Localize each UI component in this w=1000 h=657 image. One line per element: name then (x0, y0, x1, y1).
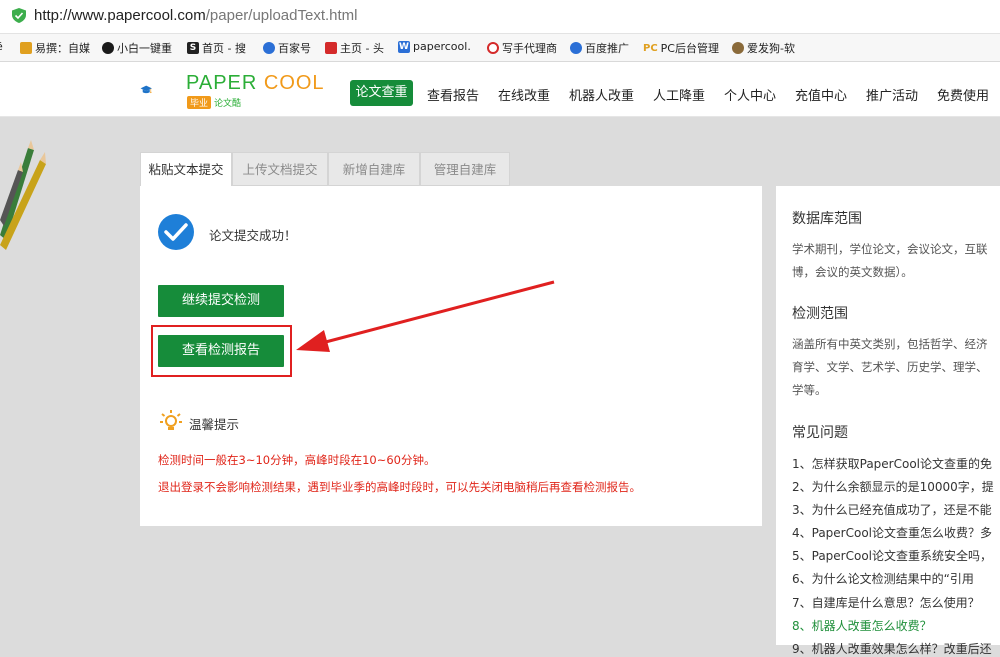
bookmark-item[interactable]: PC PC后台管理 (643, 40, 719, 56)
faq-title: 常见问题 (792, 425, 848, 441)
bookmark-item[interactable]: S 首页 - 搜 (187, 40, 246, 56)
nav-item-recharge[interactable]: 充值中心 (795, 85, 847, 104)
sogou-icon: S (187, 42, 199, 54)
nav-item-promotion[interactable]: 推广活动 (866, 85, 918, 104)
bookmark-label: ē (0, 40, 3, 53)
continue-submit-button[interactable]: 继续提交检测 (158, 285, 284, 317)
box-icon (20, 42, 32, 54)
nav-item-free-use[interactable]: 免费使用 (937, 85, 989, 104)
url-path: /paper/uploadText.html (205, 7, 358, 24)
success-check-icon (158, 214, 194, 250)
toutiao-icon (325, 42, 337, 54)
nav-item-robot-rewrite[interactable]: 机器人改重 (569, 85, 634, 104)
highlight-box (151, 325, 292, 377)
faq-link[interactable]: 5、PaperCool论文查重系统安全吗， (792, 547, 992, 564)
tip-line: 退出登录不会影响检测结果，遇到毕业季的高峰时段时，可以先关闭电脑稍后再查看检测报… (158, 480, 641, 494)
faq-link[interactable]: 6、为什么论文检测结果中的“引用 (792, 570, 974, 587)
bookmark-label: 主页 - 头 (340, 42, 384, 55)
paw-icon (570, 42, 582, 54)
faq-link[interactable]: 9、机器人改重效果怎么样？改重后还 (792, 640, 992, 657)
nav-item-paper-check[interactable]: 论文查重 (350, 80, 413, 106)
red-arrow-annotation (296, 280, 555, 352)
faq-link[interactable]: 7、自建库是什么意思？怎么使用？ (792, 594, 980, 611)
logo-subtext: 论文酷 (214, 99, 242, 109)
tip-line: 检测时间一般在3~10分钟，高峰时段在10~60分钟。 (158, 453, 436, 467)
ring-icon (487, 42, 499, 54)
bookmark-item[interactable]: Wpapercool. (398, 40, 471, 53)
nav-item-online-rewrite[interactable]: 在线改重 (498, 85, 550, 104)
faq-link[interactable]: 4、PaperCool论文查重怎么收费？多 (792, 524, 992, 541)
bookmark-item[interactable]: 百家号 (263, 40, 311, 56)
tab-upload-doc[interactable]: 上传文档提交 (232, 152, 328, 186)
check-scope-title: 检测范围 (792, 306, 848, 322)
logo-subtitle: 毕业 论文酷 (187, 96, 241, 109)
bookmark-item[interactable]: 百度推广 (570, 40, 629, 56)
faq-link[interactable]: 8、机器人改重怎么收费？ (792, 617, 932, 634)
nav-item-user-center[interactable]: 个人中心 (724, 85, 776, 104)
dog-icon (732, 42, 744, 54)
tip-title: 温馨提示 (189, 417, 240, 432)
lightbulb-icon (160, 410, 182, 430)
database-scope-title: 数据库范围 (792, 211, 862, 227)
paw-icon (263, 42, 275, 54)
bookmark-label: 易撰：自媒 (35, 42, 90, 55)
bookmark-item[interactable]: ē (0, 40, 3, 53)
bookmark-label: 写手代理商 (502, 42, 557, 55)
url-host: http://www.papercool.com (34, 7, 206, 24)
faq-link[interactable]: 3、为什么已经充值成功了，还是不能 (792, 501, 992, 518)
tab-paste-text[interactable]: 粘贴文本提交 (140, 152, 232, 187)
logo-cool: COOL (263, 72, 325, 94)
bookmark-label: 百家号 (278, 42, 311, 55)
site-logo-text[interactable]: PAPER COOL (186, 72, 325, 95)
address-bar[interactable]: http://www.papercool.com/paper/uploadTex… (0, 0, 1000, 34)
bookmark-label: 小白一键重 (117, 42, 172, 55)
logo-tag: 毕业 (187, 96, 212, 109)
bookmark-item[interactable]: 小白一键重 (102, 40, 172, 56)
database-scope-text: 博，会议的英文数据）。 (792, 265, 913, 279)
bookmark-label: 首页 - 搜 (202, 42, 246, 55)
graduation-cap-logo-icon[interactable] (140, 70, 186, 110)
bookmark-label: 百度推广 (585, 42, 629, 55)
bookmarks-bar: ē 易撰：自媒 小白一键重 S首页 - 搜 百家号 主页 - 头 Wpaperc… (0, 34, 1000, 62)
check-scope-text: 学等。 (792, 383, 827, 397)
bookmark-label: 爱发狗-软 (747, 42, 795, 55)
success-message: 论文提交成功！ (209, 228, 297, 243)
secure-shield-icon (12, 8, 26, 23)
pencils-decoration-icon (0, 140, 46, 250)
bookmark-item[interactable]: 写手代理商 (487, 40, 557, 56)
check-scope-text: 育学、文学、艺术学、历史学、理学、 (792, 360, 988, 374)
nav-item-view-report[interactable]: 查看报告 (427, 85, 479, 104)
w-icon: W (398, 40, 410, 53)
circle-icon (102, 42, 114, 54)
nav-item-manual-rewrite[interactable]: 人工降重 (653, 85, 705, 104)
tab-new-library[interactable]: 新增自建库 (328, 152, 420, 186)
bookmark-item[interactable]: 易撰：自媒 (20, 40, 90, 56)
bookmark-label: PC后台管理 (660, 42, 719, 55)
tab-manage-library[interactable]: 管理自建库 (420, 152, 510, 186)
check-scope-text: 涵盖所有中英文类别，包括哲学、经济 (792, 337, 988, 351)
bookmark-item[interactable]: 主页 - 头 (325, 40, 384, 56)
logo-paper: PAPER (186, 72, 264, 94)
faq-link[interactable]: 1、怎样获取PaperCool论文查重的免 (792, 455, 992, 472)
bookmark-label: papercool. (413, 40, 471, 53)
bookmark-item[interactable]: 爱发狗-软 (732, 40, 795, 56)
pc-icon: PC (643, 42, 658, 54)
faq-link[interactable]: 2、为什么余额显示的是10000字，提 (792, 478, 994, 495)
url-text[interactable]: http://www.papercool.com/paper/uploadTex… (34, 7, 358, 24)
database-scope-text: 学术期刊，学位论文，会议论文，互联 (792, 242, 988, 256)
